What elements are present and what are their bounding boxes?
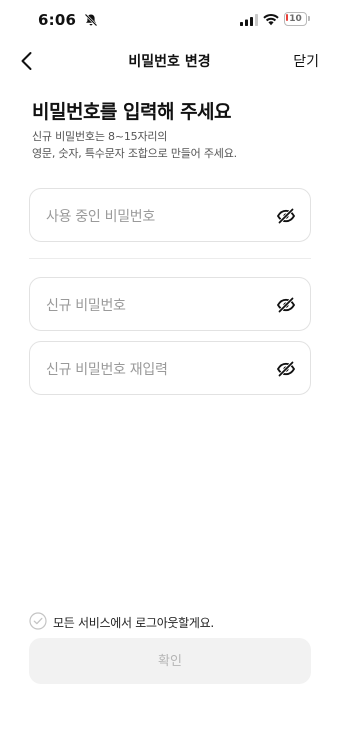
new-password-field[interactable]: 신규 비밀번호	[29, 277, 311, 331]
confirm-password-placeholder: 신규 비밀번호 재입력	[46, 362, 168, 378]
bell-muted-icon	[84, 13, 98, 27]
close-button[interactable]: 닫기	[293, 51, 319, 71]
confirm-button[interactable]: 확인	[29, 638, 311, 684]
current-password-field[interactable]: 사용 중인 비밀번호	[29, 188, 311, 242]
confirm-password-field[interactable]: 신규 비밀번호 재입력	[29, 341, 311, 395]
current-password-placeholder: 사용 중인 비밀번호	[46, 209, 155, 225]
cellular-signal-icon	[240, 14, 258, 26]
status-time: 6:06	[38, 11, 77, 29]
status-bar: 6:06 10	[0, 0, 339, 40]
battery-icon: 10	[284, 12, 310, 26]
headline: 비밀번호를 입력해 주세요	[32, 101, 232, 123]
check-circle-icon[interactable]	[29, 612, 47, 630]
eye-off-icon[interactable]	[276, 206, 296, 226]
navigation-bar: 비밀번호 변경 닫기	[0, 40, 339, 80]
password-rule-description: 신규 비밀번호는 8~15자리의 영문, 숫자, 특수문자 조합으로 만들어 주…	[32, 130, 237, 160]
wifi-icon	[263, 13, 279, 26]
eye-off-icon[interactable]	[276, 359, 296, 379]
logout-all-label: 모든 서비스에서 로그아웃할게요.	[53, 616, 214, 630]
eye-off-icon[interactable]	[276, 295, 296, 315]
new-password-placeholder: 신규 비밀번호	[46, 298, 126, 314]
divider	[29, 258, 311, 259]
battery-level: 10	[289, 14, 302, 24]
page-title: 비밀번호 변경	[128, 54, 211, 70]
